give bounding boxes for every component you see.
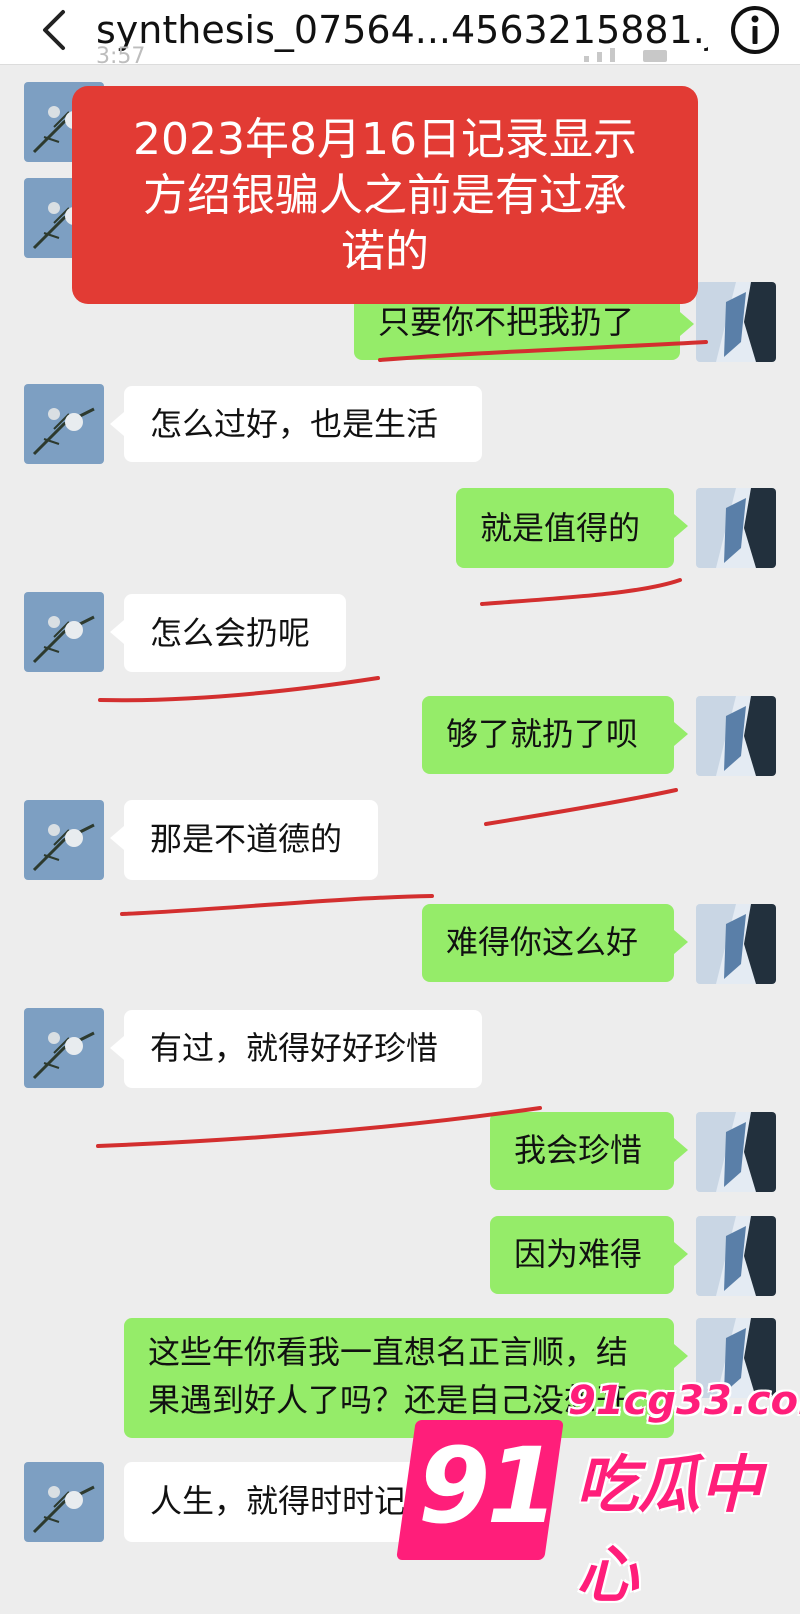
message-text: 难得你这么好 xyxy=(446,923,639,961)
message-bubble-received[interactable]: 怎么过好，也是生活 xyxy=(110,386,482,462)
message-text: 这些年你看我一直想名正言顺，结 xyxy=(148,1333,629,1371)
message-text: 就是值得的 xyxy=(480,509,641,547)
message-bubble-sent[interactable]: 因为难得 xyxy=(490,1216,688,1294)
avatar xyxy=(24,592,104,672)
avatar xyxy=(24,800,104,880)
annotation-banner: 2023年8月16日记录显示 方绍银骗人之前是有过承 诺的 xyxy=(72,86,698,304)
message-bubble-sent[interactable]: 够了就扔了呗 xyxy=(422,696,688,774)
avatar xyxy=(696,1216,776,1296)
message-bubble-received[interactable]: 有过，就得好好珍惜 xyxy=(110,1010,482,1088)
watermark-url: 91cg33.com xyxy=(568,1378,800,1424)
status-time: 3:57 xyxy=(96,44,146,69)
avatar xyxy=(696,488,776,568)
banner-line: 诺的 xyxy=(341,226,429,277)
message-bubble-sent[interactable]: 我会珍惜 xyxy=(490,1112,688,1190)
message-text: 怎么会扔呢 xyxy=(150,614,311,652)
message-text: 有过，就得好好珍惜 xyxy=(150,1029,439,1067)
banner-line: 方绍银骗人之前是有过承 xyxy=(143,170,627,221)
avatar xyxy=(24,1008,104,1088)
info-button[interactable] xyxy=(728,3,782,57)
message-text: 那是不道德的 xyxy=(150,820,343,858)
message-bubble-received[interactable]: 那是不道德的 xyxy=(110,800,378,880)
back-button[interactable] xyxy=(30,4,78,56)
message-bubble-received[interactable]: 怎么会扔呢 xyxy=(110,594,346,672)
watermark-name: 吃瓜中心 xyxy=(576,1448,763,1611)
chevron-left-icon xyxy=(43,10,65,50)
avatar xyxy=(696,904,776,984)
message-text: 够了就扔了呗 xyxy=(446,715,639,753)
message-bubble-sent[interactable]: 就是值得的 xyxy=(456,488,688,568)
message-text: 因为难得 xyxy=(514,1235,643,1273)
message-text: 人生，就得时时记 xyxy=(150,1482,407,1520)
status-icons xyxy=(584,46,734,62)
avatar xyxy=(696,696,776,776)
avatar xyxy=(24,1462,104,1542)
message-text: 我会珍惜 xyxy=(514,1131,643,1169)
watermark-logo: 91 91cg33.com 吃瓜中心 xyxy=(396,1376,800,1611)
avatar xyxy=(696,282,776,362)
message-text: 只要你不把我扔了 xyxy=(378,303,635,341)
banner-line: 2023年8月16日记录显示 xyxy=(133,114,637,165)
info-icon xyxy=(731,6,779,54)
watermark-number: 91 xyxy=(418,1425,559,1547)
message-bubble-sent[interactable]: 难得你这么好 xyxy=(422,904,688,982)
avatar xyxy=(24,384,104,464)
avatar xyxy=(696,1112,776,1192)
message-text: 怎么过好，也是生活 xyxy=(150,405,439,443)
